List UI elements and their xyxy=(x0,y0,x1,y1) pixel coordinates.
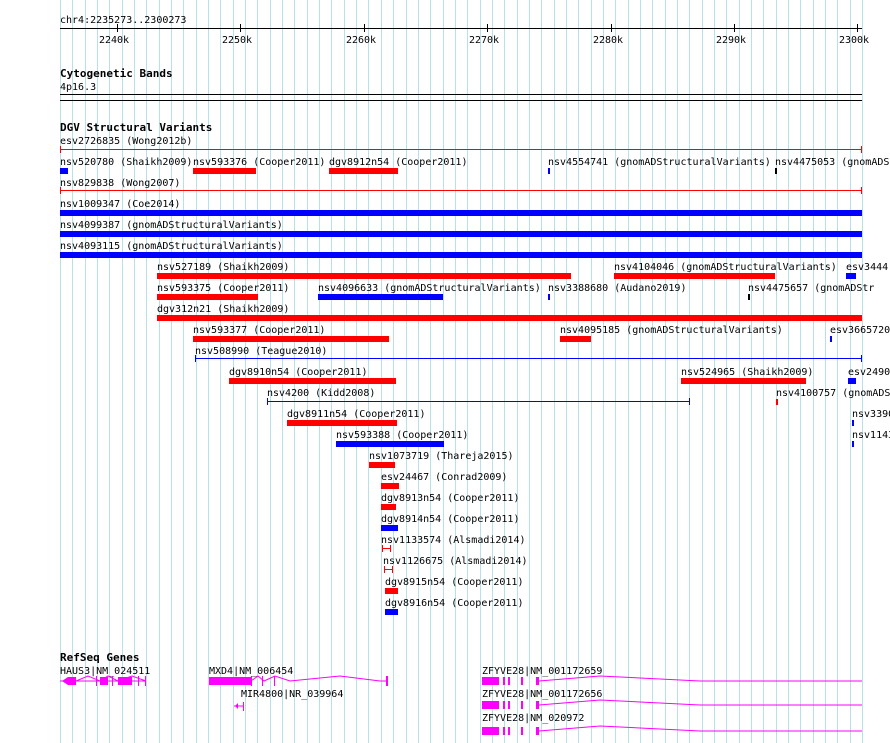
gene-model-mir4800[interactable] xyxy=(234,702,244,711)
gene-model-mxd4[interactable] xyxy=(209,675,388,686)
gene-model-zfyve28-3[interactable] xyxy=(482,725,862,735)
gene-models[interactable] xyxy=(0,0,890,743)
genome-browser-view[interactable]: chr4:2235273..2300273 2240k 2250k 2260k 227… xyxy=(0,0,890,743)
gene-model-zfyve28-1[interactable] xyxy=(482,675,862,685)
gene-model-haus3[interactable] xyxy=(60,675,147,686)
gene-model-zfyve28-2[interactable] xyxy=(482,699,862,709)
